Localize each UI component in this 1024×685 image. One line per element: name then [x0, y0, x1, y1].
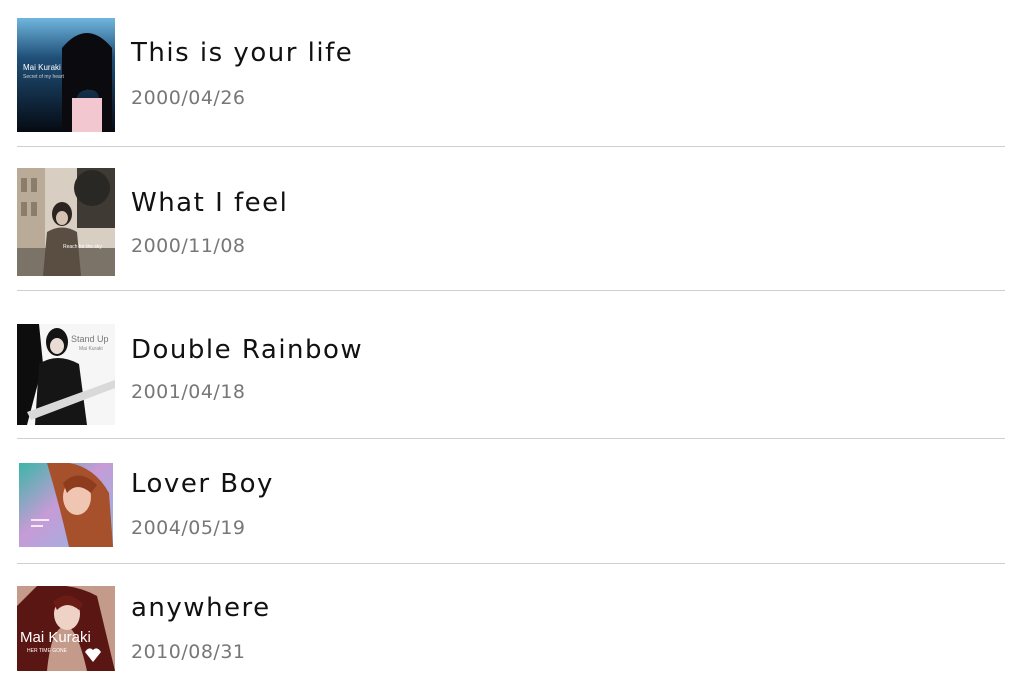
- cover-artist-text: Mai Kuraki: [23, 63, 61, 72]
- release-date: 2010/08/31: [131, 641, 246, 663]
- cover-subtitle-text: Reach for the sky: [63, 244, 102, 250]
- release-title[interactable]: Lover Boy: [131, 469, 274, 499]
- album-cover-thumbnail[interactable]: Reach for the sky: [17, 168, 115, 276]
- cover-title-text: Stand Up: [71, 334, 109, 344]
- album-cover-thumbnail[interactable]: [19, 463, 113, 547]
- album-cover-thumbnail[interactable]: Mai Kuraki Secret of my heart: [17, 18, 115, 132]
- list-item[interactable]: Mai Kuraki Secret of my heart This is yo…: [17, 18, 1005, 132]
- list-item[interactable]: Lover Boy 2004/05/19: [17, 463, 1005, 547]
- album-cover-thumbnail[interactable]: Stand Up Mai Kuraki: [17, 324, 115, 425]
- cover-subtitle-text: HER TIME GONE: [27, 648, 68, 654]
- release-title[interactable]: This is your life: [131, 38, 353, 68]
- list-item[interactable]: Mai Kuraki HER TIME GONE anywhere 2010/0…: [17, 586, 1005, 671]
- release-date: 2000/04/26: [131, 87, 246, 109]
- list-item[interactable]: Reach for the sky What I feel 2000/11/08: [17, 168, 1005, 276]
- release-title[interactable]: Double Rainbow: [131, 335, 363, 365]
- divider: [17, 290, 1005, 291]
- divider: [17, 563, 1005, 564]
- album-cover-thumbnail[interactable]: Mai Kuraki HER TIME GONE: [17, 586, 115, 671]
- release-date: 2001/04/18: [131, 381, 246, 403]
- release-date: 2004/05/19: [131, 517, 246, 539]
- divider: [17, 438, 1005, 439]
- release-list: Mai Kuraki Secret of my heart This is yo…: [0, 0, 1024, 685]
- cover-subtitle-text: Secret of my heart: [23, 74, 64, 80]
- release-title[interactable]: anywhere: [131, 593, 271, 623]
- release-title[interactable]: What I feel: [131, 188, 288, 218]
- cover-artist-text: Mai Kuraki: [20, 629, 91, 646]
- list-item[interactable]: Stand Up Mai Kuraki Double Rainbow 2001/…: [17, 324, 1005, 425]
- cover-artist-text: Mai Kuraki: [79, 346, 103, 352]
- divider: [17, 146, 1005, 147]
- release-date: 2000/11/08: [131, 235, 246, 257]
